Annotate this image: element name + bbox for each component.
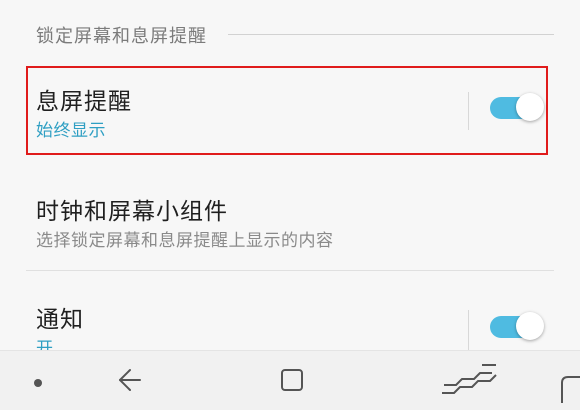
notifications-toggle[interactable] xyxy=(490,312,544,342)
toggle-separator xyxy=(468,92,469,130)
home-icon[interactable] xyxy=(560,373,580,407)
settings-screen: 锁定屏幕和息屏提醒 息屏提醒 始终显示 时钟和屏幕小组件 选择锁定屏幕和息屏提醒… xyxy=(0,0,580,410)
aod-title[interactable]: 息屏提醒 xyxy=(36,82,132,116)
section-header: 锁定屏幕和息屏提醒 xyxy=(36,26,207,47)
section-divider xyxy=(228,34,554,35)
dot-icon[interactable] xyxy=(34,379,42,387)
notifications-title[interactable]: 通知 xyxy=(36,300,84,334)
navigation-bar xyxy=(0,350,580,410)
toggle-knob xyxy=(516,312,544,340)
clock-widgets-title[interactable]: 时钟和屏幕小组件 xyxy=(36,192,228,226)
toggle-separator xyxy=(468,310,469,350)
toggle-knob xyxy=(516,93,544,121)
back-icon[interactable] xyxy=(116,365,142,399)
overview-gesture-icon[interactable] xyxy=(438,357,500,401)
aod-toggle[interactable] xyxy=(490,93,544,123)
recents-icon[interactable] xyxy=(279,365,305,399)
clock-widgets-subtitle: 选择锁定屏幕和息屏提醒上显示的内容 xyxy=(36,231,334,251)
row-divider xyxy=(26,270,554,271)
aod-subtitle: 始终显示 xyxy=(36,121,106,141)
